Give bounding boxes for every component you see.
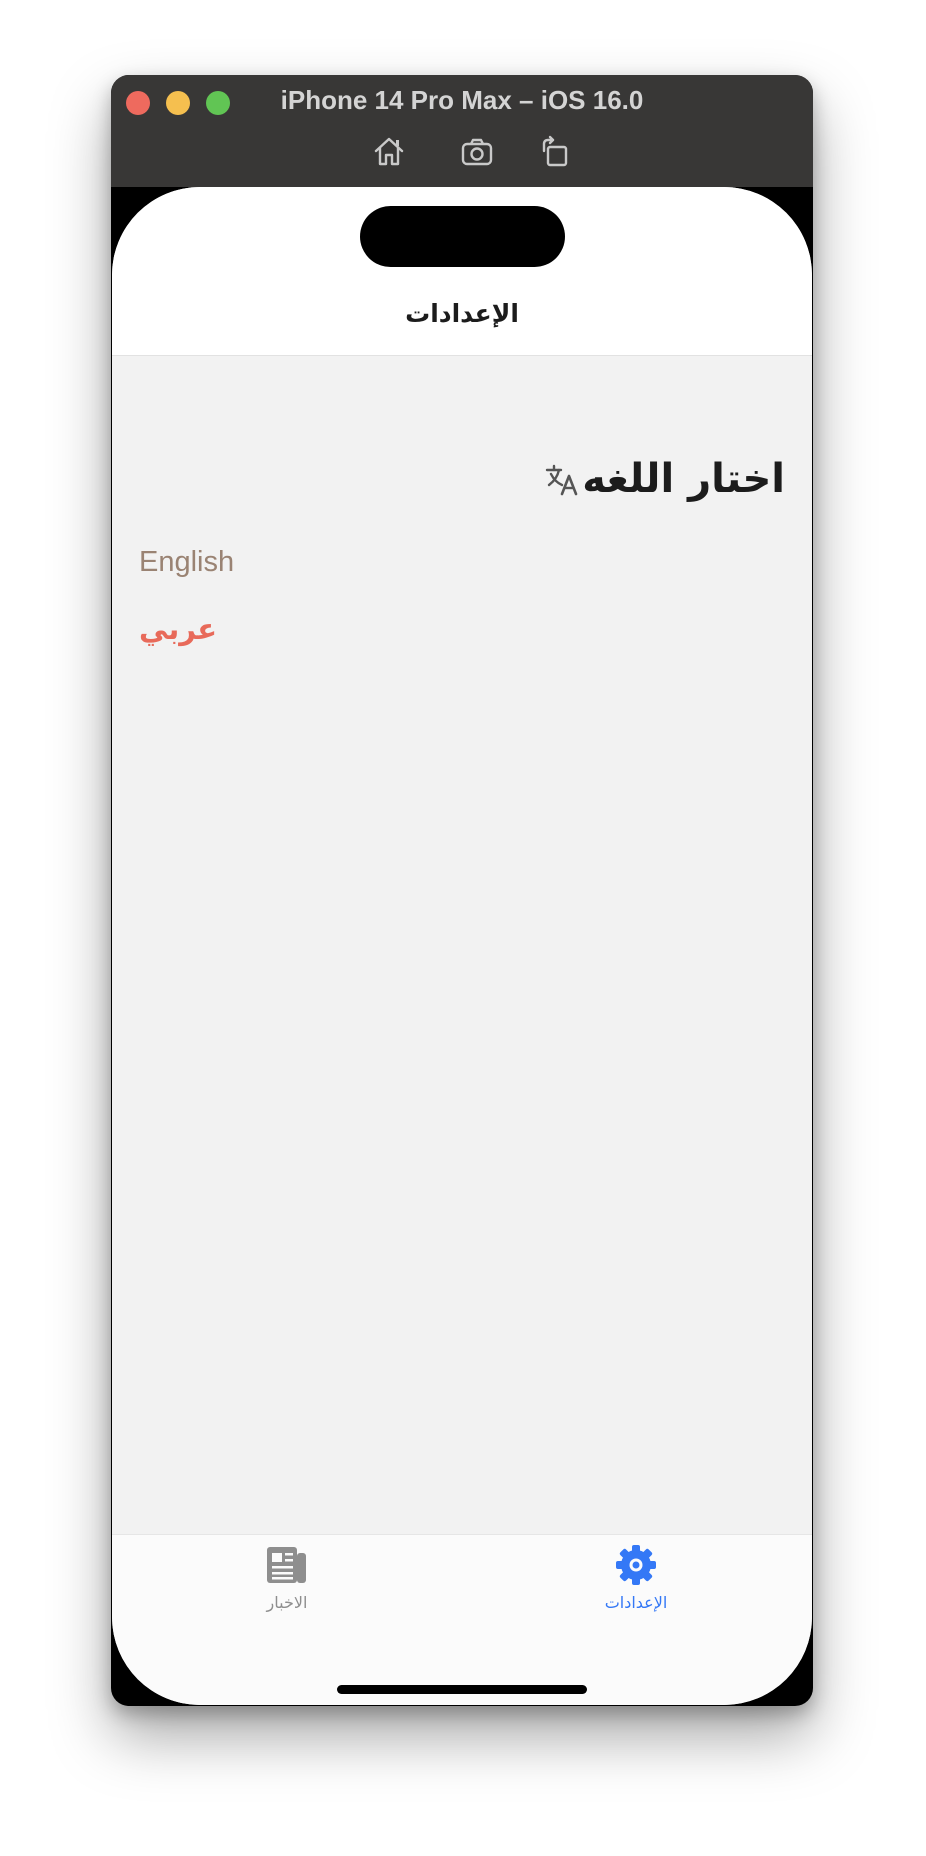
screenshot-icon[interactable] (460, 135, 494, 169)
dynamic-island (360, 206, 565, 267)
tab-settings-label: الإعدادات (604, 1593, 668, 1612)
language-section-header: اختار اللغه (544, 456, 785, 502)
tab-news[interactable]: الاخبار (207, 1543, 367, 1612)
tab-bar: الاخبار الإعدادات (112, 1534, 812, 1705)
simulator-title: iPhone 14 Pro Max – iOS 16.0 (280, 85, 644, 115)
gear-icon (614, 1543, 658, 1587)
newspaper-icon (265, 1543, 309, 1587)
settings-content: اختار اللغه English عربي (112, 356, 812, 1534)
language-option-english[interactable]: English (139, 546, 234, 579)
tab-settings[interactable]: الإعدادات (556, 1543, 716, 1612)
phone-screen: الإعدادات اختار اللغه English عربي الاخب… (112, 187, 812, 1705)
translate-icon (544, 461, 580, 497)
language-section-title: اختار اللغه (582, 456, 785, 502)
page-title: الإعدادات (405, 299, 519, 328)
home-indicator[interactable] (337, 1685, 587, 1694)
home-icon[interactable] (372, 135, 406, 169)
rotate-icon[interactable] (538, 135, 572, 169)
tab-news-label: الاخبار (266, 1593, 308, 1612)
language-option-arabic[interactable]: عربي (139, 612, 217, 646)
simulator-window: iPhone 14 Pro Max – iOS 16.0 الإعدادات ا… (111, 75, 813, 1706)
simulator-titlebar: iPhone 14 Pro Max – iOS 16.0 (111, 75, 813, 187)
